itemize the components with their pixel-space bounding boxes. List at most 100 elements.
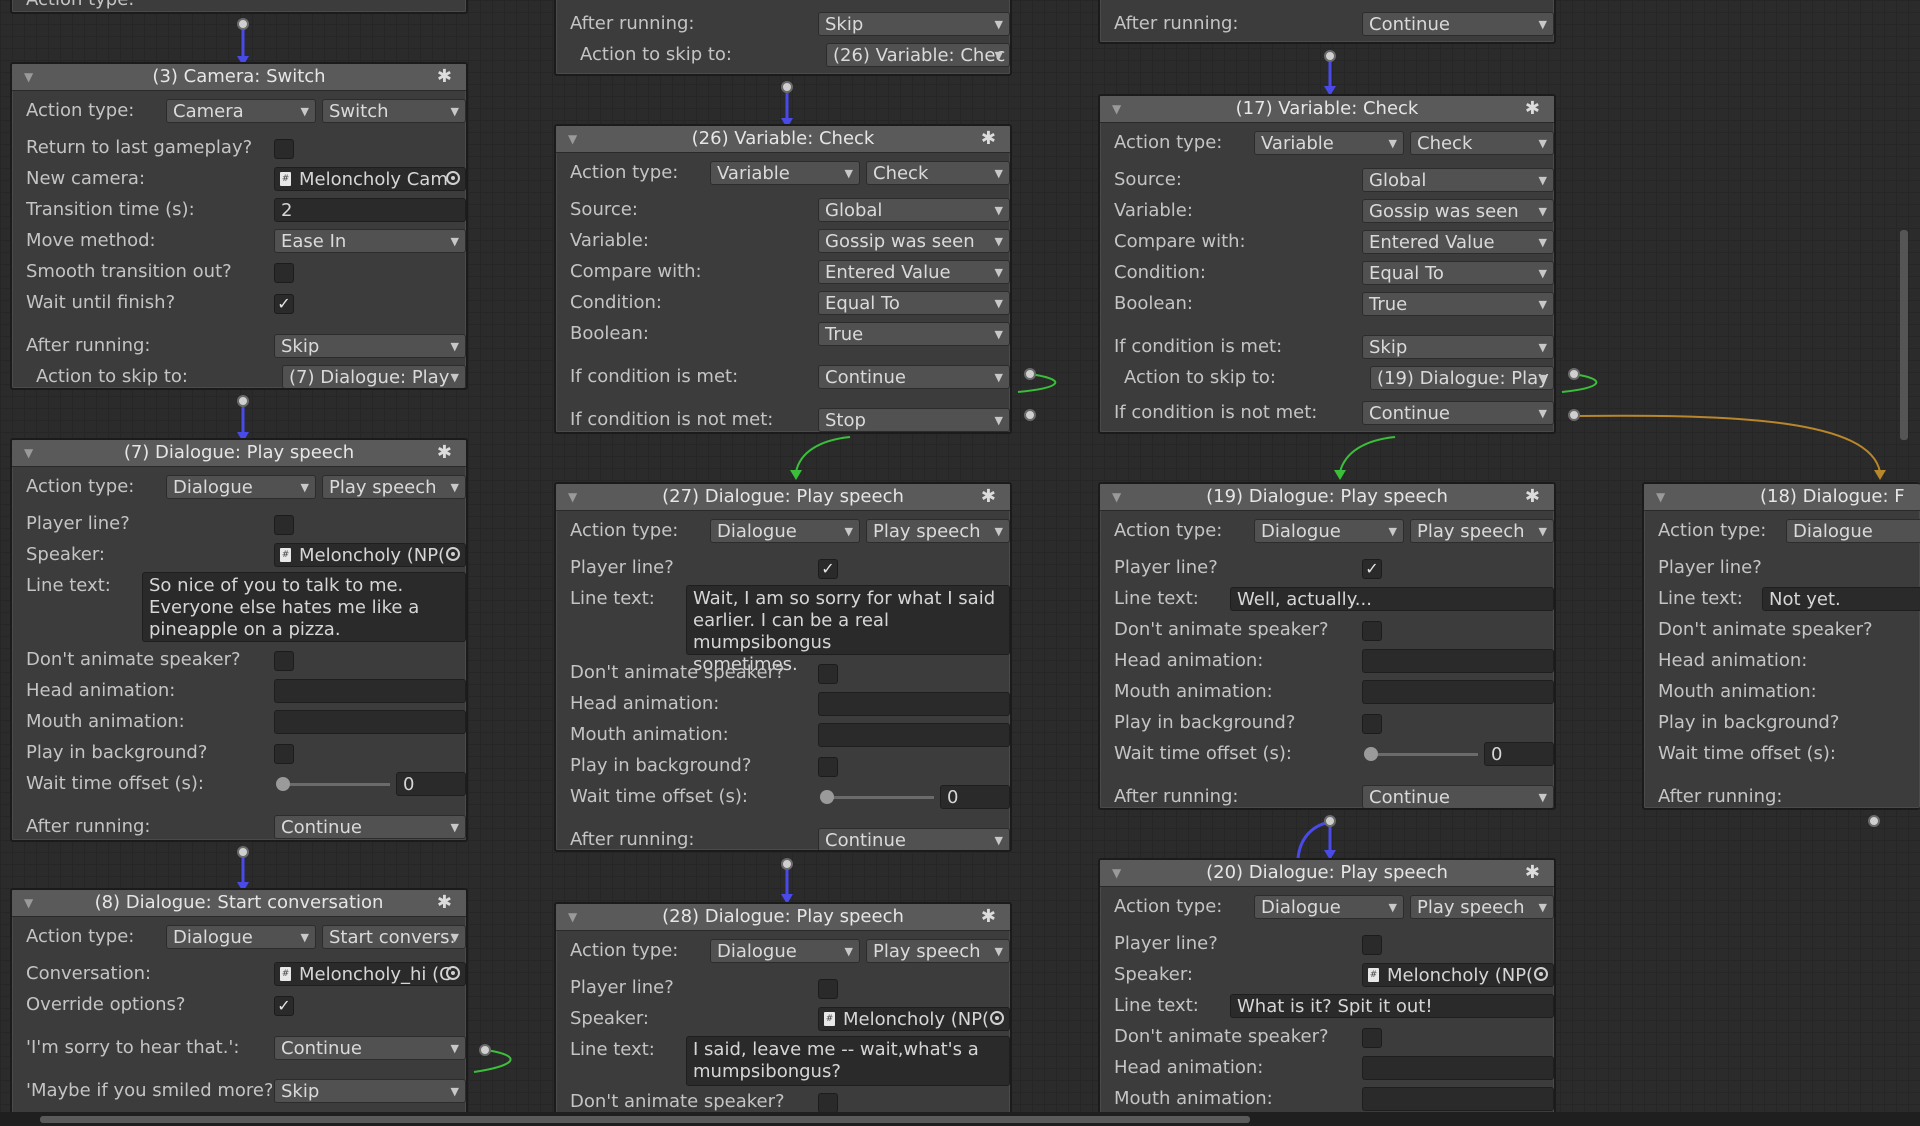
object-picker-icon[interactable] [446, 547, 460, 561]
action-type-dropdown[interactable]: Dialogue [710, 939, 860, 963]
collapse-icon[interactable]: ▼ [1112, 96, 1121, 122]
dont-animate-checkbox[interactable] [1362, 1028, 1382, 1048]
node-header[interactable]: ▼ (27) Dialogue: Play speech ✱ [556, 484, 1010, 511]
object-picker-icon[interactable] [446, 171, 460, 185]
wait-offset-input[interactable]: 0 [396, 772, 466, 796]
condition-dropdown[interactable]: Equal To [818, 291, 1010, 315]
slider-knob[interactable] [1364, 747, 1378, 761]
action-subtype-dropdown[interactable]: Play speech [866, 519, 1010, 543]
player-line-checkbox[interactable] [1362, 935, 1382, 955]
background-checkbox[interactable] [1362, 714, 1382, 734]
object-picker-icon[interactable] [990, 1011, 1004, 1025]
new-camera-field[interactable]: # Meloncholy Cam [274, 167, 466, 191]
line-text-area[interactable]: I said, leave me -- wait,what's a mumpsi… [686, 1036, 1010, 1086]
player-line-checkbox[interactable] [818, 979, 838, 999]
head-animation-field[interactable] [1362, 649, 1554, 673]
line-text-area[interactable]: So nice of you to talk to me. Everyone e… [142, 572, 466, 642]
condition-met-dropdown[interactable]: Skip [1362, 335, 1554, 359]
gear-icon[interactable]: ✱ [437, 64, 452, 90]
return-checkbox[interactable] [274, 139, 294, 159]
line-text-field[interactable]: What is it? Spit it out! [1230, 994, 1554, 1018]
node-17-variable-check[interactable]: ▼ (17) Variable: Check ✱ Action type: Va… [1098, 94, 1556, 434]
output-port[interactable] [781, 81, 793, 93]
action-subtype-dropdown[interactable]: Start convers: [322, 925, 466, 949]
node-18-dialogue-play-speech[interactable]: ▼ (18) Dialogue: F Action type: Dialogue… [1642, 482, 1920, 810]
dont-animate-checkbox[interactable] [274, 651, 294, 671]
after-running-dropdown[interactable]: Continue [274, 815, 466, 839]
output-port[interactable] [479, 1044, 491, 1056]
collapse-icon[interactable]: ▼ [568, 904, 577, 930]
after-running-dropdown[interactable]: Continue [1362, 785, 1554, 808]
collapse-icon[interactable]: ▼ [1656, 484, 1665, 510]
skip-to-dropdown[interactable]: (7) Dialogue: Play [282, 365, 466, 388]
line-text-field[interactable]: Not yet. [1762, 587, 1920, 611]
action-type-dropdown[interactable]: Variable [1254, 131, 1404, 155]
source-dropdown[interactable]: Global [1362, 168, 1554, 192]
after-running-dropdown[interactable]: Skip [818, 12, 1010, 36]
skip-to-dropdown[interactable]: (26) Variable: Chec [826, 43, 1010, 67]
line-text-area[interactable]: Wait, I am so sorry for what I said earl… [686, 585, 1010, 675]
source-dropdown[interactable]: Global [818, 198, 1010, 222]
wait-offset-slider[interactable] [282, 783, 390, 786]
node-header[interactable]: ▼ (18) Dialogue: F [1644, 484, 1920, 511]
condition-not-met-dropdown[interactable]: Stop [818, 408, 1010, 432]
action-subtype-dropdown[interactable]: Check [1410, 131, 1554, 155]
condition-met-dropdown[interactable]: Continue [818, 365, 1010, 389]
gear-icon[interactable]: ✱ [981, 126, 996, 152]
head-animation-field[interactable] [1362, 1056, 1554, 1080]
node-header[interactable]: ▼ (26) Variable: Check ✱ [556, 126, 1010, 153]
action-subtype-dropdown[interactable]: Play speech [866, 939, 1010, 963]
gear-icon[interactable]: ✱ [437, 890, 452, 916]
transition-input[interactable]: 2 [274, 198, 466, 222]
variable-dropdown[interactable]: Gossip was seen [818, 229, 1010, 253]
boolean-dropdown[interactable]: True [1362, 292, 1554, 316]
background-checkbox[interactable] [818, 757, 838, 777]
variable-dropdown[interactable]: Gossip was seen [1362, 199, 1554, 223]
gear-icon[interactable]: ✱ [1525, 96, 1540, 122]
collapse-icon[interactable]: ▼ [1112, 484, 1121, 510]
gear-icon[interactable]: ✱ [981, 904, 996, 930]
wait-offset-input[interactable]: 0 [940, 785, 1010, 809]
node-header[interactable]: ▼ (20) Dialogue: Play speech ✱ [1100, 860, 1554, 887]
wait-checkbox[interactable]: ✓ [274, 294, 294, 314]
vertical-scrollbar[interactable] [1900, 230, 1908, 440]
mouth-animation-field[interactable] [1362, 680, 1554, 704]
action-type-dropdown[interactable]: Dialogue [1786, 519, 1920, 543]
output-port[interactable] [1024, 368, 1036, 380]
collapse-icon[interactable]: ▼ [1112, 860, 1121, 886]
skip-to-dropdown[interactable]: (19) Dialogue: Play [1370, 366, 1554, 390]
node-partial-top-left[interactable]: Action type: [10, 0, 468, 14]
action-subtype-dropdown[interactable]: Check [866, 161, 1010, 185]
background-checkbox[interactable] [274, 744, 294, 764]
move-method-dropdown[interactable]: Ease In [274, 229, 466, 253]
speaker-field[interactable]: # Meloncholy (NP( [1362, 963, 1554, 987]
action-type-dropdown[interactable]: Dialogue [1254, 519, 1404, 543]
action-type-dropdown[interactable]: Dialogue [166, 925, 316, 949]
mouth-animation-field[interactable] [818, 723, 1010, 747]
output-port[interactable] [1324, 815, 1336, 827]
output-port[interactable] [1024, 409, 1036, 421]
node-8-start-conversation[interactable]: ▼ (8) Dialogue: Start conversation ✱ Act… [10, 888, 468, 1126]
after-running-dropdown[interactable]: Skip [274, 334, 466, 358]
output-port[interactable] [1568, 368, 1580, 380]
action-subtype-dropdown[interactable]: Play speech [322, 475, 466, 499]
mouth-animation-field[interactable] [1362, 1087, 1554, 1111]
slider-knob[interactable] [276, 777, 290, 791]
scrollbar-thumb[interactable] [40, 1116, 1250, 1123]
output-port[interactable] [781, 858, 793, 870]
speaker-field[interactable]: # Meloncholy (NP( [274, 543, 466, 567]
player-line-checkbox[interactable]: ✓ [1362, 559, 1382, 579]
collapse-icon[interactable]: ▼ [24, 64, 33, 90]
action-subtype-dropdown[interactable]: Switch [322, 99, 466, 123]
horizontal-scrollbar[interactable] [0, 1112, 1920, 1126]
action-type-dropdown[interactable]: Dialogue [166, 475, 316, 499]
wait-offset-slider[interactable] [826, 796, 934, 799]
node-header[interactable]: ▼ (19) Dialogue: Play speech ✱ [1100, 484, 1554, 511]
node-header[interactable]: ▼ (8) Dialogue: Start conversation ✱ [12, 890, 466, 917]
node-header[interactable]: ▼ (3) Camera: Switch ✱ [12, 64, 466, 91]
object-picker-icon[interactable] [1534, 967, 1548, 981]
collapse-icon[interactable]: ▼ [568, 126, 577, 152]
action-type-dropdown[interactable]: Camera [166, 99, 316, 123]
gear-icon[interactable]: ✱ [1525, 860, 1540, 886]
action-subtype-dropdown[interactable]: Play speech [1410, 519, 1554, 543]
